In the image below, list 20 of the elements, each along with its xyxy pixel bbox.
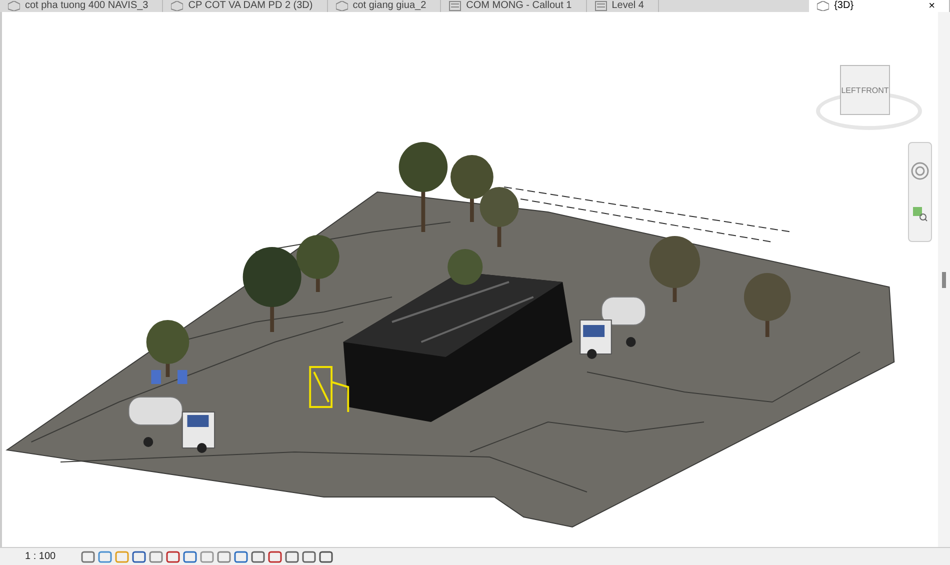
tab-label: CP COT VA DAM PD 2 (3D) bbox=[188, 0, 313, 12]
sheet-icon bbox=[449, 1, 462, 11]
tab-label: COM MONG - Callout 1 bbox=[466, 0, 572, 12]
scale-label[interactable]: 1 : 100 bbox=[25, 551, 56, 562]
view-tab[interactable]: {3D} × bbox=[809, 0, 950, 12]
tab-label: Level 4 bbox=[612, 0, 644, 12]
cube-face-label[interactable]: LEFT bbox=[841, 86, 861, 94]
cube-icon bbox=[8, 1, 20, 11]
zoom-icon[interactable] bbox=[912, 206, 928, 222]
sheet-icon bbox=[594, 1, 607, 11]
steering-wheel-icon[interactable] bbox=[911, 162, 929, 180]
cube-icon bbox=[171, 1, 184, 11]
cube-face-label[interactable]: FRONT bbox=[861, 86, 889, 94]
tab-label: cot giang giua_2 bbox=[352, 0, 426, 12]
cube-icon bbox=[817, 1, 830, 11]
scroll-bar[interactable] bbox=[938, 12, 950, 547]
close-button[interactable]: × bbox=[928, 0, 935, 12]
tab-label: cot pha tuong 400 NAVIS_3 bbox=[25, 0, 148, 12]
tab-label: {3D} bbox=[834, 0, 854, 12]
cube-icon bbox=[336, 1, 348, 11]
